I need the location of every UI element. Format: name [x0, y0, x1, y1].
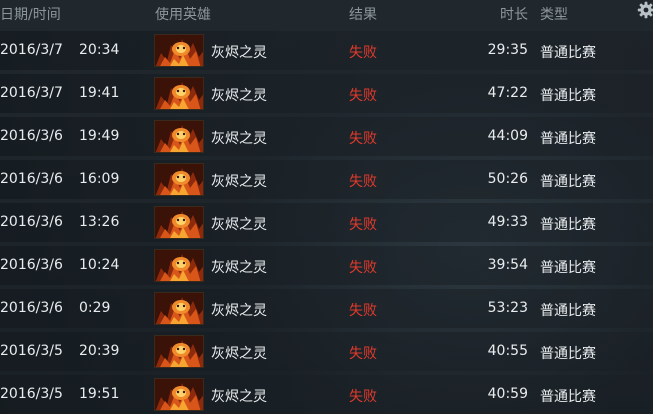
match-time: 19:49 [79, 128, 120, 144]
hero-name: 灰烬之灵 [211, 217, 267, 233]
hero-portrait-icon[interactable] [154, 77, 204, 110]
column-header-type[interactable]: 类型 [540, 4, 568, 24]
match-history-panel: 日期/时间 使用英雄 结果 时长 类型 2016/3/7 20:34 灰烬之灵 … [0, 0, 653, 414]
column-header-duration[interactable]: 时长 [500, 4, 528, 24]
match-result: 失败 [349, 303, 377, 319]
hero-name: 灰烬之灵 [211, 303, 267, 319]
match-time: 0:29 [79, 300, 111, 316]
match-date: 2016/3/6 [0, 214, 63, 230]
match-duration: 47:22 [487, 85, 528, 101]
match-time: 20:34 [79, 42, 120, 58]
match-time: 19:41 [79, 85, 120, 101]
match-result: 失败 [349, 174, 377, 190]
hero-portrait-icon[interactable] [154, 34, 204, 67]
match-row[interactable]: 2016/3/7 20:34 灰烬之灵 失败 29:35 普通比赛 [0, 31, 653, 70]
match-row[interactable]: 2016/3/6 0:29 灰烬之灵 失败 53:23 普通比赛 [0, 289, 653, 328]
match-result: 失败 [349, 346, 377, 362]
hero-name: 灰烬之灵 [211, 45, 267, 61]
match-result: 失败 [349, 131, 377, 147]
match-duration: 29:35 [487, 42, 528, 58]
hero-name: 灰烬之灵 [211, 346, 267, 362]
match-duration: 49:33 [487, 214, 528, 230]
match-type: 普通比赛 [540, 174, 596, 190]
match-date: 2016/3/6 [0, 300, 63, 316]
match-duration: 40:55 [487, 343, 528, 359]
match-time: 16:09 [79, 171, 120, 187]
hero-portrait-icon[interactable] [154, 120, 204, 153]
match-type: 普通比赛 [540, 131, 596, 147]
match-type: 普通比赛 [540, 346, 596, 362]
hero-portrait-icon[interactable] [154, 292, 204, 325]
column-header-date-time[interactable]: 日期/时间 [0, 4, 61, 24]
match-time: 19:51 [79, 386, 120, 402]
hero-name: 灰烬之灵 [211, 174, 267, 190]
match-time: 13:26 [79, 214, 120, 230]
match-type: 普通比赛 [540, 303, 596, 319]
match-duration: 50:26 [487, 171, 528, 187]
match-row[interactable]: 2016/3/5 20:39 灰烬之灵 失败 40:55 普通比赛 [0, 332, 653, 371]
hero-name: 灰烬之灵 [211, 88, 267, 104]
hero-portrait-icon[interactable] [154, 206, 204, 239]
column-header-hero[interactable]: 使用英雄 [155, 4, 211, 24]
match-row[interactable]: 2016/3/6 16:09 灰烬之灵 失败 50:26 普通比赛 [0, 160, 653, 199]
match-date: 2016/3/5 [0, 386, 63, 402]
match-type: 普通比赛 [540, 45, 596, 61]
match-row[interactable]: 2016/3/5 19:51 灰烬之灵 失败 40:59 普通比赛 [0, 375, 653, 414]
hero-portrait-icon[interactable] [154, 249, 204, 282]
match-type: 普通比赛 [540, 217, 596, 233]
hero-portrait-icon[interactable] [154, 378, 204, 411]
match-date: 2016/3/6 [0, 257, 63, 273]
match-result: 失败 [349, 217, 377, 233]
gear-icon[interactable] [637, 1, 653, 19]
hero-portrait-icon[interactable] [154, 163, 204, 196]
match-row[interactable]: 2016/3/6 19:49 灰烬之灵 失败 44:09 普通比赛 [0, 117, 653, 156]
match-date: 2016/3/6 [0, 171, 63, 187]
match-row[interactable]: 2016/3/6 10:24 灰烬之灵 失败 39:54 普通比赛 [0, 246, 653, 285]
hero-name: 灰烬之灵 [211, 389, 267, 405]
column-header-result[interactable]: 结果 [349, 4, 377, 24]
hero-name: 灰烬之灵 [211, 131, 267, 147]
match-list: 2016/3/7 20:34 灰烬之灵 失败 29:35 普通比赛 2016/3… [0, 31, 653, 414]
match-result: 失败 [349, 45, 377, 61]
match-type: 普通比赛 [540, 88, 596, 104]
match-duration: 53:23 [487, 300, 528, 316]
match-duration: 39:54 [487, 257, 528, 273]
match-time: 20:39 [79, 343, 120, 359]
match-result: 失败 [349, 389, 377, 405]
match-type: 普通比赛 [540, 260, 596, 276]
match-date: 2016/3/7 [0, 85, 63, 101]
match-type: 普通比赛 [540, 389, 596, 405]
match-time: 10:24 [79, 257, 120, 273]
match-date: 2016/3/7 [0, 42, 63, 58]
match-result: 失败 [349, 260, 377, 276]
match-date: 2016/3/6 [0, 128, 63, 144]
match-duration: 44:09 [487, 128, 528, 144]
match-duration: 40:59 [487, 386, 528, 402]
match-row[interactable]: 2016/3/7 19:41 灰烬之灵 失败 47:22 普通比赛 [0, 74, 653, 113]
table-header: 日期/时间 使用英雄 结果 时长 类型 [0, 0, 653, 26]
match-row[interactable]: 2016/3/6 13:26 灰烬之灵 失败 49:33 普通比赛 [0, 203, 653, 242]
match-date: 2016/3/5 [0, 343, 63, 359]
hero-name: 灰烬之灵 [211, 260, 267, 276]
match-result: 失败 [349, 88, 377, 104]
hero-portrait-icon[interactable] [154, 335, 204, 368]
